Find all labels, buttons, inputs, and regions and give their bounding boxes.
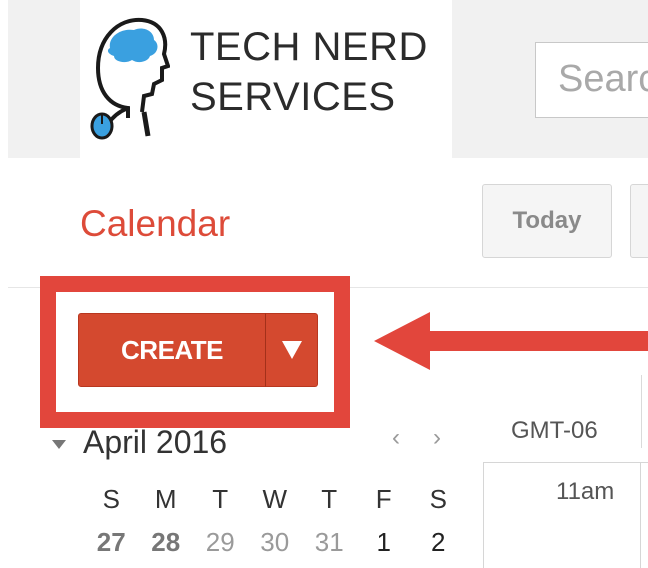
logo-line-2: SERVICES <box>190 75 396 119</box>
mini-calendar-month[interactable]: April 2016 <box>83 424 227 461</box>
weekday-label: W <box>262 484 288 514</box>
create-dropdown-button[interactable] <box>265 313 318 387</box>
logo-text: TECH NERD SERVICES <box>190 22 428 122</box>
create-button[interactable]: CREATE <box>78 313 266 387</box>
day-cell[interactable]: 29 <box>193 526 248 558</box>
chevron-right-icon[interactable]: › <box>433 424 441 452</box>
weekday-label: S <box>102 484 120 514</box>
day-cell[interactable]: 1 <box>357 526 412 558</box>
weekday-label: M <box>154 484 177 514</box>
grid-line <box>483 462 484 568</box>
weekday-label: F <box>375 484 392 514</box>
collapse-triangle-icon[interactable] <box>52 440 66 449</box>
weekday-label: S <box>429 484 447 514</box>
search-input[interactable]: Search <box>535 42 648 118</box>
day-cell[interactable]: 30 <box>248 526 303 558</box>
logo-line-1: TECH NERD <box>190 25 428 69</box>
day-cell[interactable]: 2 <box>411 526 466 558</box>
weekday-label: T <box>321 484 338 514</box>
app-title: Calendar <box>80 203 231 244</box>
mini-calendar-week-row: 27 28 29 30 31 1 2 <box>84 526 466 558</box>
weekday-header: S M T W T F S <box>84 483 466 515</box>
time-label: 11am <box>556 478 615 505</box>
prev-period-button[interactable] <box>630 184 648 258</box>
brain-head-icon <box>90 17 170 140</box>
caret-down-icon <box>281 341 302 359</box>
logo[interactable]: TECH NERD SERVICES <box>80 0 452 158</box>
day-cell[interactable]: 31 <box>302 526 357 558</box>
grid-line <box>483 462 648 463</box>
timezone-label: GMT-06 <box>511 417 598 444</box>
weekday-label: T <box>212 484 229 514</box>
annotation-arrow-icon <box>374 312 648 370</box>
grid-line <box>640 462 641 568</box>
today-button[interactable]: Today <box>482 184 612 258</box>
day-cell[interactable]: 27 <box>84 526 139 558</box>
chevron-left-icon[interactable]: ‹ <box>392 424 400 452</box>
column-divider <box>641 375 642 448</box>
day-cell[interactable]: 28 <box>139 526 194 558</box>
